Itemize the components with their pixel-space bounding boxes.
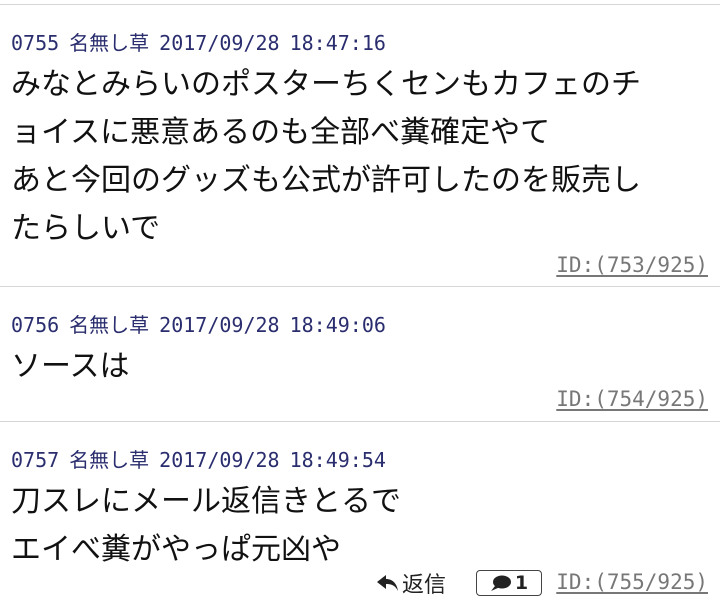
post-line: みなとみらいのポスターちくセンもカフェのチ xyxy=(11,67,641,102)
thread: 0755 名無し草 2017/09/28 18:47:16 みなとみらいのポスターちく… xyxy=(0,0,720,605)
post-actions: 返信 1 xyxy=(376,567,543,599)
poster-name: 名無し草 xyxy=(69,448,150,472)
poster-id-link[interactable]: ID:(753/925) xyxy=(556,253,708,277)
reply-button[interactable]: 返信 xyxy=(376,567,446,599)
post-body: ソースは xyxy=(11,343,130,391)
post-time: 18:49:06 xyxy=(289,313,386,337)
post-time: 18:47:16 xyxy=(289,31,386,55)
post-date: 2017/09/28 xyxy=(159,313,280,337)
post-line: たらしいで xyxy=(11,211,161,246)
reply-count: 1 xyxy=(514,572,529,594)
post-number[interactable]: 0755 xyxy=(11,31,59,55)
post: 0757 名無し草 2017/09/28 18:49:54 刀スレにメール返信きとるで… xyxy=(0,421,720,605)
post-line: ョイスに悪意あるのも全部べ糞確定やて xyxy=(11,115,551,150)
post-line: ソースは xyxy=(11,349,130,384)
post-header: 0757 名無し草 2017/09/28 18:49:54 xyxy=(11,444,396,473)
post-number[interactable]: 0757 xyxy=(11,448,59,472)
post: 0756 名無し草 2017/09/28 18:49:06 ソースは ID:(754/… xyxy=(0,286,720,421)
post-number[interactable]: 0756 xyxy=(11,313,59,337)
reply-arrow-icon xyxy=(377,575,398,591)
speech-bubble-icon xyxy=(490,575,511,591)
post-header: 0756 名無し草 2017/09/28 18:49:06 xyxy=(11,309,396,338)
poster-id-link[interactable]: ID:(755/925) xyxy=(556,570,708,594)
post-date: 2017/09/28 xyxy=(159,31,280,55)
poster-name: 名無し草 xyxy=(69,313,150,337)
post: 0755 名無し草 2017/09/28 18:47:16 みなとみらいのポスターちく… xyxy=(0,4,720,286)
poster-id-link[interactable]: ID:(754/925) xyxy=(556,387,708,411)
reply-count-button[interactable]: 1 xyxy=(476,570,543,596)
post-line: エイべ糞がやっぱ元凶や xyxy=(11,532,341,567)
post-date: 2017/09/28 xyxy=(159,448,280,472)
post-body: 刀スレにメール返信きとるで エイべ糞がやっぱ元凶や xyxy=(11,478,401,574)
poster-name: 名無し草 xyxy=(69,31,150,55)
post-body: みなとみらいのポスターちくセンもカフェのチ ョイスに悪意あるのも全部べ糞確定やて… xyxy=(11,61,641,253)
post-header: 0755 名無し草 2017/09/28 18:47:16 xyxy=(11,27,396,56)
reply-label: 返信 xyxy=(402,573,447,598)
post-line: 刀スレにメール返信きとるで xyxy=(11,484,401,519)
post-time: 18:49:54 xyxy=(289,448,386,472)
post-line: あと今回のグッズも公式が許可したのを販売し xyxy=(11,163,641,198)
